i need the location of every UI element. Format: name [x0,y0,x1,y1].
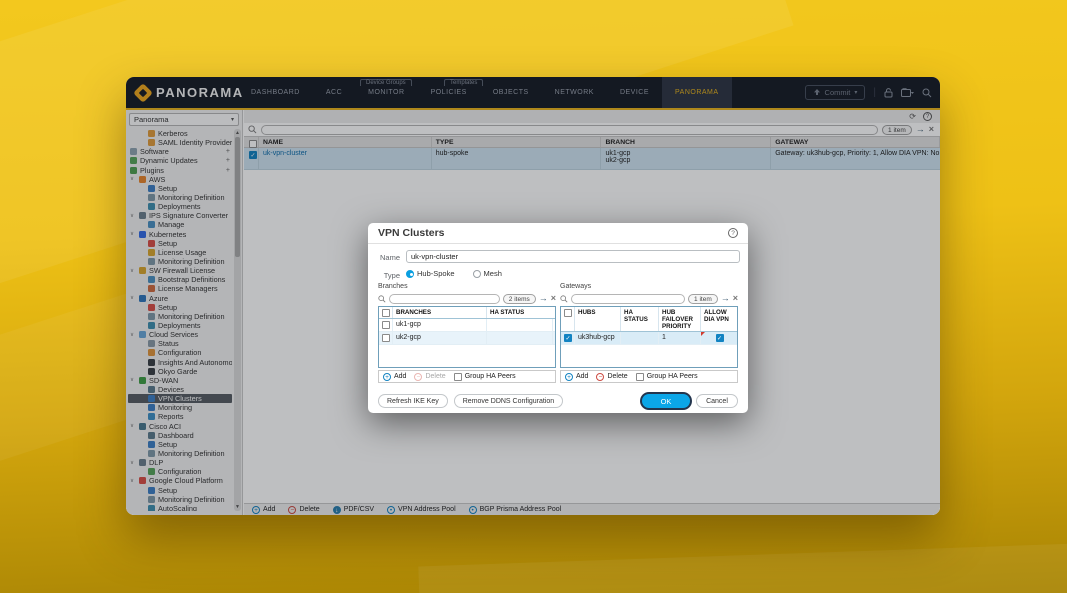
row-checkbox[interactable]: ✓ [564,334,572,342]
row-checkbox-cell [379,319,393,331]
checkbox-label: Group HA Peers [647,373,698,380]
branches-group-ha-peers-checkbox[interactable]: Group HA Peers [454,373,516,381]
row-checkbox-cell: ✓ [561,332,575,344]
gateways-panel: 1 item→× HUBSHA STATUSHUB FAILOVER PRIORI… [560,293,738,383]
item-count-badge: 2 items [503,294,536,304]
table-header-row: HUBSHA STATUSHUB FAILOVER PRIORITYALLOW … [561,307,737,332]
action-label: Delete [607,373,627,380]
checkbox-icon [454,373,462,381]
add-icon: + [383,373,391,381]
action-label: Add [576,373,588,380]
branches-panel: 2 items→× BRANCHESHA STATUSuk1-gcpuk2-gcp… [378,293,556,383]
cancel-button[interactable]: Cancel [696,394,738,408]
select-all-checkbox-cell [561,307,575,331]
type-label: Type [368,271,400,280]
allow-dia-vpn-checkbox[interactable]: ✓ [716,334,724,342]
clear-filter-icon[interactable]: × [733,294,738,303]
apply-filter-icon[interactable]: → [721,294,730,303]
gateways-add-button[interactable]: +Add [565,373,588,381]
checkbox-icon [636,373,644,381]
branches-delete-button: −Delete [414,373,445,381]
radio-hub-spoke[interactable]: Hub-Spoke [406,269,455,278]
cell: uk1-gcp [393,319,487,331]
delete-icon: − [596,373,604,381]
refresh-ike-key-button[interactable]: Refresh IKE Key [378,394,448,408]
vpn-clusters-dialog: VPN Clusters ? Name Type Hub-Spoke Mesh … [368,223,748,413]
cell-allow-dia-vpn: ✓ [701,332,737,344]
gateways-panel-title: Gateways [560,283,591,290]
search-icon [378,295,386,303]
clear-filter-icon[interactable]: × [551,294,556,303]
column-header: HUBS [575,307,621,331]
row-checkbox-cell [379,332,393,344]
table-header-row: BRANCHESHA STATUS [379,307,555,319]
column-header: ALLOW DIA VPN [701,307,737,331]
radio-mesh[interactable]: Mesh [473,269,502,278]
column-header: HA STATUS [487,307,553,318]
branches-panel-title: Branches [378,283,408,290]
name-field[interactable] [406,250,740,263]
table-row[interactable]: ✓uk3hub-gcp1✓ [561,332,737,345]
radio-unselected-icon [473,270,481,278]
name-label: Name [368,253,400,262]
cell [487,319,553,331]
branches-search-row: 2 items→× [378,293,556,304]
table-row[interactable]: uk1-gcp [379,319,555,332]
gateways-group-ha-peers-checkbox[interactable]: Group HA Peers [636,373,698,381]
column-header: HUB FAILOVER PRIORITY [659,307,701,331]
branches-table: BRANCHESHA STATUSuk1-gcpuk2-gcp [378,306,556,368]
action-label: Add [394,373,406,380]
row-checkbox[interactable] [382,321,390,329]
type-options: Hub-Spoke Mesh [406,269,502,278]
action-label: Delete [425,373,445,380]
cell: 1 [659,332,701,344]
row-checkbox[interactable] [382,334,390,342]
checkbox-label: Group HA Peers [465,373,516,380]
dialog-footer: Refresh IKE Key Remove DDNS Configuratio… [368,389,748,413]
gateways-search-row: 1 item→× [560,293,738,304]
gateways-search-input[interactable] [571,294,685,304]
gateways-delete-button[interactable]: −Delete [596,373,627,381]
remove-ddns-configuration-button[interactable]: Remove DDNS Configuration [454,394,563,408]
search-icon [560,295,568,303]
apply-filter-icon[interactable]: → [539,294,548,303]
gateways-panel-footer: +Add−DeleteGroup HA Peers [560,370,738,383]
cell: uk2-gcp [393,332,487,344]
add-icon: + [565,373,573,381]
select-all-checkbox[interactable] [382,309,390,317]
help-icon[interactable]: ? [728,228,738,238]
column-header: BRANCHES [393,307,487,318]
delete-icon: − [414,373,422,381]
dialog-header: VPN Clusters ? [368,223,748,244]
wallpaper-streak [418,544,1067,593]
ok-button[interactable]: OK [642,394,690,408]
branches-panel-footer: +Add−DeleteGroup HA Peers [378,370,556,383]
select-all-checkbox[interactable] [564,309,572,317]
cell [621,332,659,344]
select-all-checkbox-cell [379,307,393,318]
item-count-badge: 1 item [688,294,718,304]
cell: uk3hub-gcp [575,332,621,344]
cell [487,332,553,344]
gateways-table: HUBSHA STATUSHUB FAILOVER PRIORITYALLOW … [560,306,738,368]
column-header: HA STATUS [621,307,659,331]
dialog-title: VPN Clusters [378,227,445,239]
branches-add-button[interactable]: +Add [383,373,406,381]
branches-search-input[interactable] [389,294,500,304]
radio-selected-icon [406,270,414,278]
table-row[interactable]: uk2-gcp [379,332,555,345]
